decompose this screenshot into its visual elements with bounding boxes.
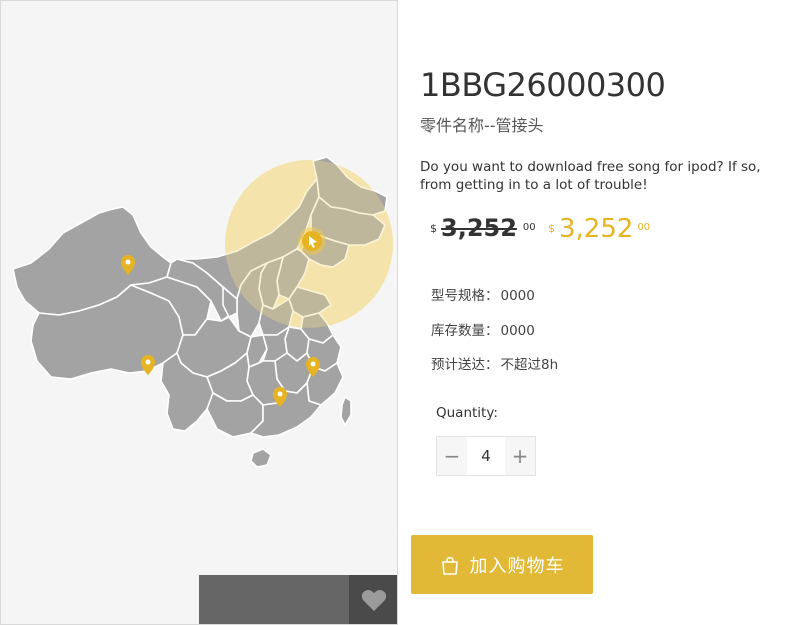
original-price-cents: 00 — [522, 222, 536, 233]
region-hainan[interactable] — [250, 448, 272, 468]
sale-price-amount: 3,252 — [559, 214, 634, 244]
selected-location-marker[interactable] — [298, 227, 326, 255]
sale-price-currency: $ — [548, 222, 555, 235]
spec-model-label: 型号规格： — [431, 288, 499, 304]
quantity-label: Quantity: — [436, 405, 498, 421]
map-panel — [0, 0, 398, 625]
region-taiwan[interactable] — [340, 396, 352, 426]
quantity-input[interactable] — [467, 437, 505, 475]
bottom-bar — [199, 575, 349, 624]
add-to-cart-button[interactable]: 加入购物车 — [411, 535, 593, 594]
spec-model-value: 0000 — [500, 288, 535, 304]
quantity-decrement-button[interactable]: − — [437, 437, 467, 475]
part-name: 零件名称--管接头 — [420, 116, 544, 135]
spec-stock-value: 0000 — [500, 323, 535, 339]
original-price: $ 3,252 00 — [430, 214, 536, 242]
spec-delivery: 预计送达： 不超过8h — [431, 353, 558, 373]
spec-model: 型号规格： 0000 — [431, 284, 535, 304]
shopping-bag-icon — [440, 555, 460, 575]
quantity-increment-button[interactable]: + — [505, 437, 535, 475]
add-to-cart-label: 加入购物车 — [469, 555, 565, 576]
china-map[interactable] — [1, 1, 398, 625]
quantity-stepper: − + — [436, 436, 536, 476]
spec-delivery-value: 不超过8h — [500, 357, 559, 373]
sale-price-cents: 00 — [637, 222, 651, 233]
spec-stock-label: 库存数量： — [431, 323, 499, 339]
product-description: Do you want to download free song for ip… — [420, 159, 761, 193]
spec-stock: 库存数量： 0000 — [431, 319, 535, 339]
heart-icon — [361, 589, 387, 611]
favorite-button[interactable] — [349, 575, 397, 624]
original-price-currency: $ — [430, 222, 437, 235]
original-price-amount: 3,252 — [441, 214, 517, 242]
part-number: 1BBG26000300 — [420, 66, 666, 104]
sale-price: $ 3,252 00 — [548, 214, 650, 244]
spec-delivery-label: 预计送达： — [431, 357, 499, 373]
